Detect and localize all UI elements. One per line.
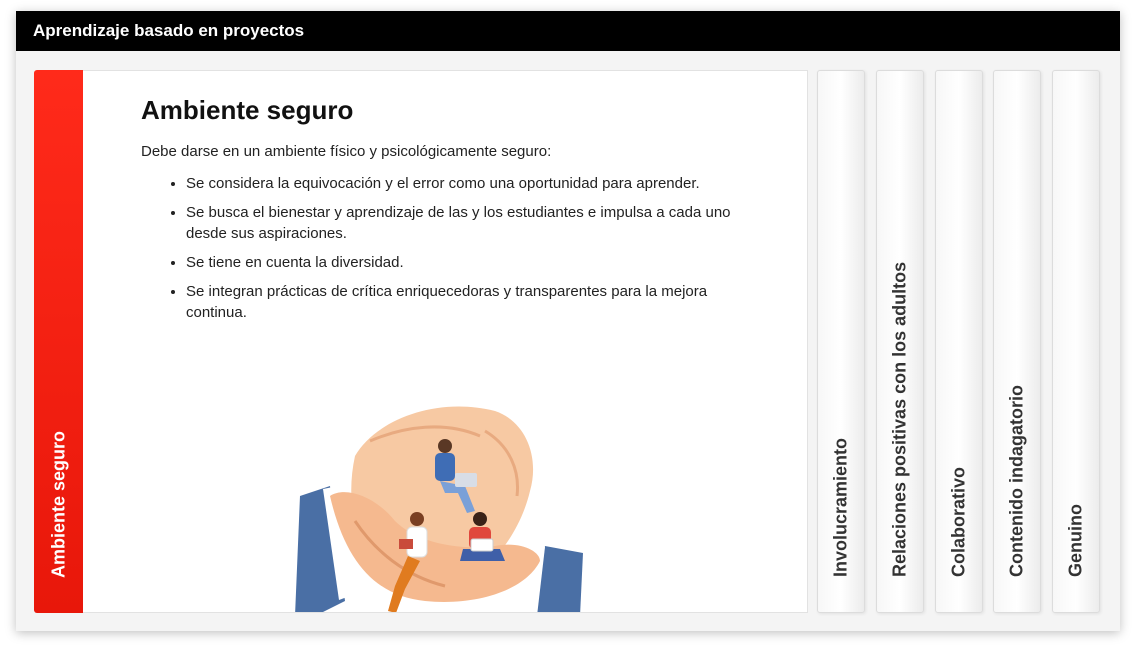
list-item: Se busca el bienestar y aprendizaje de l…: [186, 202, 746, 244]
tab-label: Colaborativo: [948, 466, 969, 577]
accordion-panels: Ambiente seguro Ambiente seguro Debe dar…: [16, 51, 1120, 631]
bullet-list: Se considera la equivocación y el error …: [141, 173, 746, 331]
tab-label: Relaciones positivas con los adultos: [889, 261, 910, 577]
tab-label: Ambiente seguro: [48, 430, 68, 578]
tab-label: Involucramiento: [830, 437, 851, 577]
list-item: Se considera la equivocación y el error …: [186, 173, 746, 194]
tab-relaciones-positivas[interactable]: Relaciones positivas con los adultos: [876, 70, 924, 613]
tab-label: Genuino: [1065, 504, 1086, 577]
content-panel: Ambiente seguro Debe darse en un ambient…: [83, 70, 808, 613]
list-item: Se integran prácticas de crítica enrique…: [186, 281, 746, 323]
list-item: Se tiene en cuenta la diversidad.: [186, 252, 746, 273]
content-heading: Ambiente seguro: [141, 95, 354, 125]
tab-genuino[interactable]: Genuino: [1052, 70, 1100, 613]
tab-involucramiento[interactable]: Involucramiento: [817, 70, 865, 613]
window-title: Aprendizaje basado en proyectos: [16, 11, 1120, 51]
content-intro: Debe darse en un ambiente físico y psico…: [141, 143, 552, 160]
accordion-window: Aprendizaje basado en proyectos Ambiente…: [16, 11, 1120, 631]
tab-contenido-indagatorio[interactable]: Contenido indagatorio: [993, 70, 1041, 613]
tab-colaborativo[interactable]: Colaborativo: [935, 70, 983, 613]
tab-ambiente-seguro[interactable]: Ambiente seguro: [34, 70, 83, 613]
hands-illustration-icon: [295, 406, 583, 612]
tab-label: Contenido indagatorio: [1006, 385, 1027, 577]
